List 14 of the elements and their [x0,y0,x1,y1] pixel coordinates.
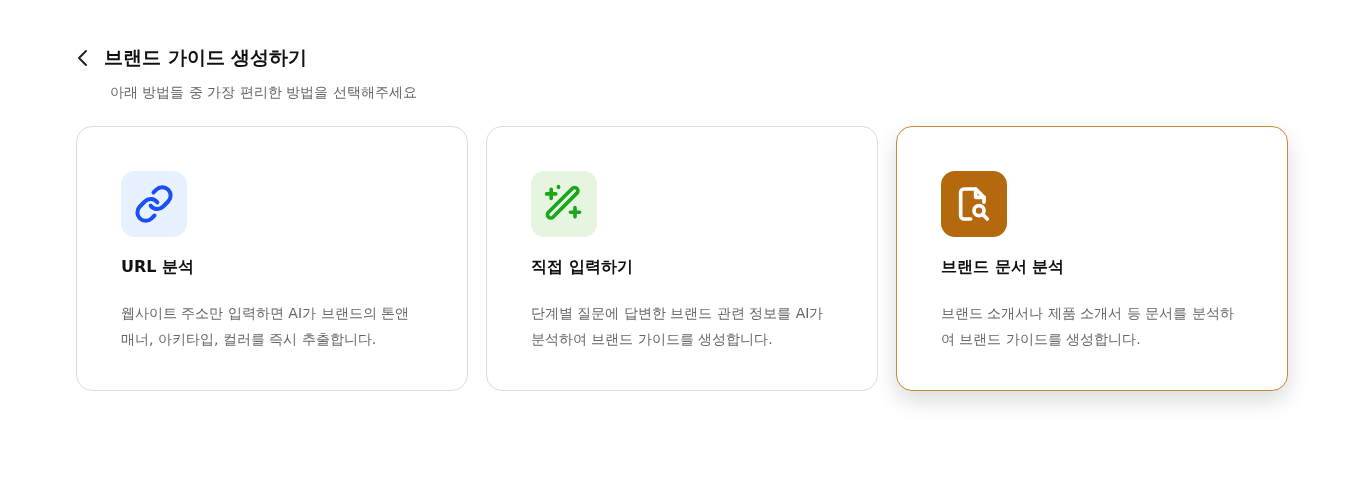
option-card[interactable]: URL 분석 웹사이트 주소만 입력하면 AI가 브랜드의 톤앤 매너, 아키타입, 컬러를 즉시 추출합니다. [76,126,468,391]
option-description: 브랜드 소개서나 제품 소개서 등 문서를 분석하여 브랜드 가이드를 생성합니다. [941,304,1235,349]
back-icon [76,49,90,67]
option-title: 직접 입력하기 [531,257,634,278]
link-icon [134,184,174,224]
page-subtitle: 아래 방법들 중 가장 편리한 방법을 선택해주세요 [110,84,418,102]
option-card[interactable]: 브랜드 문서 분석 브랜드 소개서나 제품 소개서 등 문서를 분석하여 브랜드 가이드를 생성합니다. [896,126,1288,391]
page-title: 브랜드 가이드 생성하기 [104,45,308,70]
back-button[interactable] [76,49,90,67]
option-title: URL 분석 [121,257,196,278]
option-title: 브랜드 문서 분석 [941,257,1066,278]
option-description: 웹사이트 주소만 입력하면 AI가 브랜드의 톤앤 매너, 아키타입, 컬러를 즉시 추출합니다. [121,304,410,349]
option-card[interactable]: 직접 입력하기 단계별 질문에 답변한 브랜드 관련 정보를 AI가 분석하여 브랜드 가이드를 생성합니다. [486,126,878,391]
option-description: 단계별 질문에 답변한 브랜드 관련 정보를 AI가 분석하여 브랜드 가이드를 생성합니다. [531,304,825,349]
